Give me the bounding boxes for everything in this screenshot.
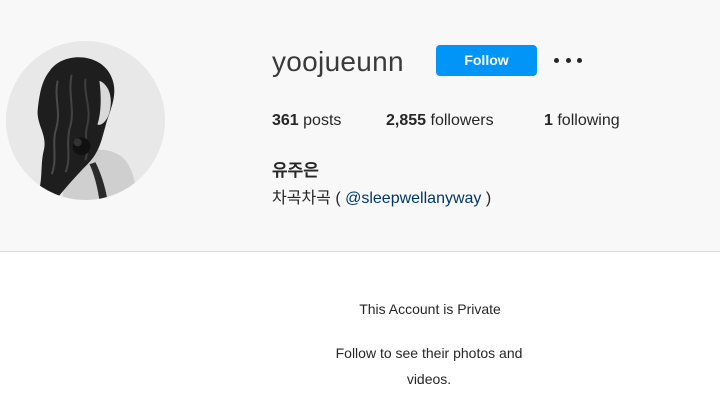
profile-bio: 차곡차곡 ( @sleepwellanyway ): [272, 184, 491, 208]
bio-text: 차곡차곡 (: [272, 190, 346, 207]
stat-followers[interactable]: 2,855 followers: [386, 112, 494, 130]
following-count: 1: [544, 112, 553, 129]
stat-posts: 361 posts: [272, 112, 341, 130]
dot-icon: [577, 57, 582, 63]
bio-mention-link[interactable]: @sleepwellanyway: [345, 190, 481, 207]
followers-label: followers: [430, 112, 494, 129]
posts-count: 361: [272, 112, 299, 129]
more-options-icon[interactable]: [554, 50, 582, 70]
stat-following[interactable]: 1 following: [544, 112, 620, 130]
followers-count: 2,855: [386, 112, 427, 129]
profile-full-name: 유주은: [272, 161, 319, 180]
profile-header: yoojueunn Follow 361 posts 2,855 followe…: [0, 0, 720, 252]
dot-icon: [565, 57, 571, 63]
following-label: following: [557, 112, 620, 129]
profile-avatar[interactable]: [6, 41, 165, 200]
private-account-title: This Account is Private: [359, 301, 501, 317]
bio-text-end: ): [481, 190, 492, 207]
follow-button[interactable]: Follow: [436, 45, 537, 76]
profile-username: yoojueunn: [272, 46, 404, 77]
dot-icon: [554, 57, 559, 63]
private-account-subtitle: Follow to see their photos and videos.: [335, 345, 523, 387]
profile-photo: [6, 41, 165, 200]
posts-label: posts: [303, 112, 342, 129]
